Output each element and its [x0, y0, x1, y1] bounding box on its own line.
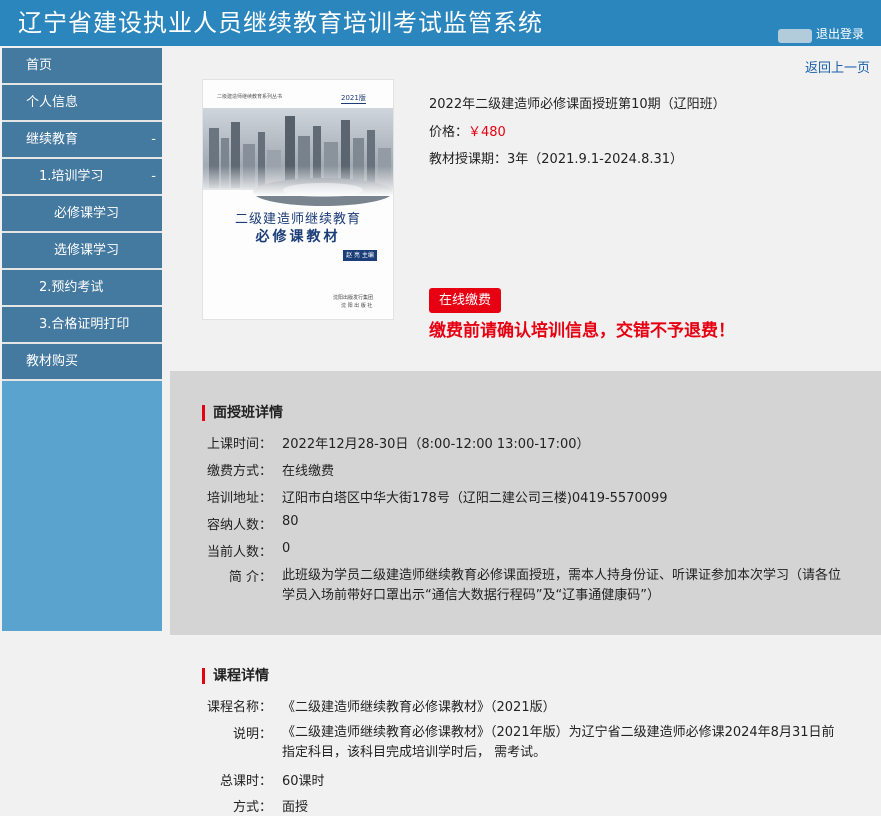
- payment-warning: 缴费前请确认培训信息，交错不予退费！: [429, 321, 735, 341]
- sidebar-item-home[interactable]: 首页: [2, 48, 162, 85]
- period-label: 教材授课期：: [429, 152, 508, 167]
- course-details-title: 课程详情: [202, 668, 269, 684]
- sidebar-item-label: 必修课学习: [54, 206, 120, 221]
- course-name: 2022年二级建造师必修课面授班第10期（辽阳班）: [429, 97, 726, 112]
- top-header: 辽宁省建设执业人员继续教育培训考试监管系统 退出登录: [0, 0, 881, 46]
- sidebar-item-label: 教材购买: [26, 354, 79, 369]
- sidebar-item-buy-textbook[interactable]: 教材购买: [2, 344, 162, 381]
- training-address-value: 辽阳市白塔区中华大街178号（辽阳二建公司三楼)0419-5570099: [282, 491, 668, 506]
- back-link[interactable]: 返回上一页: [805, 57, 870, 76]
- current-count-value: 0: [282, 541, 291, 556]
- sidebar-item-elective-courses[interactable]: 选修课学习: [2, 233, 162, 270]
- collapse-toggle[interactable]: -: [151, 159, 156, 194]
- sidebar-item-training[interactable]: 1.培训学习 -: [2, 159, 162, 196]
- sidebar-item-label: 2.预约考试: [39, 280, 104, 295]
- class-time-value: 2022年12月28-30日（8:00-12:00 13:00-17:00）: [282, 437, 590, 452]
- class-details-title: 面授班详情: [202, 405, 283, 421]
- course-name-value: 《二级建造师继续教育必修课教材》（2021版）: [282, 700, 556, 715]
- capacity-label: 容纳人数：: [206, 518, 272, 533]
- mode-label: 方式：: [232, 800, 272, 815]
- sidebar-item-label: 1.培训学习: [39, 169, 104, 184]
- sidebar: 首页 个人信息 继续教育 - 1.培训学习 - 必修课学习 选修课学习 2.预约…: [2, 48, 162, 631]
- price-row: 价格：￥480: [429, 121, 506, 140]
- price-label: 价格：: [429, 125, 469, 140]
- description-label: 说明：: [232, 727, 272, 742]
- price-value: ￥480: [468, 125, 506, 140]
- mode-value: 面授: [282, 800, 309, 815]
- sidebar-item-required-courses[interactable]: 必修课学习: [2, 196, 162, 233]
- book-series-text: 二级建造师继续教育系列丛书: [217, 94, 283, 100]
- sidebar-item-continuing-education[interactable]: 继续教育 -: [2, 122, 162, 159]
- book-edition-text: 2021版: [341, 94, 366, 104]
- sidebar-item-book-exam[interactable]: 2.预约考试: [2, 270, 162, 307]
- intro-value: 此班级为学员二级建造师继续教育必修课面授班，需本人持身份证、听课证参加本次学习（…: [282, 568, 842, 603]
- sidebar-item-label: 选修课学习: [54, 243, 120, 258]
- period-row: 教材授课期：3年（2021.9.1-2024.8.31）: [429, 148, 683, 167]
- book-title-line2: 必修课教材: [255, 229, 341, 245]
- sidebar-item-print-certificate[interactable]: 3.合格证明打印: [2, 307, 162, 344]
- online-payment-button[interactable]: 在线缴费: [429, 288, 501, 313]
- course-name-label: 课程名称：: [206, 700, 272, 715]
- textbook-cover-image: 二级建造师继续教育系列丛书 2021版 二级建造师继续教育 必修课教材 赵 亮 …: [202, 79, 394, 320]
- book-publisher-line1: 沈阳出版发行集团: [333, 295, 374, 301]
- capacity-value: 80: [282, 514, 299, 529]
- user-name-blurred: [778, 29, 812, 43]
- training-address-label: 培训地址：: [206, 491, 272, 506]
- total-hours-value: 60课时: [282, 774, 325, 789]
- intro-label: 简 介：: [228, 570, 272, 585]
- total-hours-label: 总课时：: [219, 774, 272, 789]
- book-title-line1: 二级建造师继续教育: [234, 212, 361, 227]
- sidebar-item-label: 继续教育: [26, 132, 79, 147]
- logout-link[interactable]: 退出登录: [816, 25, 864, 42]
- book-author-badge: 赵 亮 主编: [343, 250, 377, 261]
- payment-method-value: 在线缴费: [282, 464, 335, 479]
- sidebar-item-profile[interactable]: 个人信息: [2, 85, 162, 122]
- sidebar-item-label: 首页: [26, 58, 53, 73]
- class-time-label: 上课时间：: [206, 437, 272, 452]
- period-value: 3年（2021.9.1-2024.8.31）: [507, 152, 684, 167]
- sidebar-item-label: 3.合格证明打印: [39, 317, 130, 332]
- description-value: 《二级建造师继续教育必修课教材》（2021年版）为辽宁省二级建造师必修课2024…: [282, 725, 835, 760]
- book-publisher-line2: 沈 阳 出 版 社: [341, 303, 373, 309]
- system-title: 辽宁省建设执业人员继续教育培训考试监管系统: [18, 9, 543, 37]
- payment-method-label: 缴费方式：: [206, 464, 272, 479]
- sidebar-item-label: 个人信息: [26, 95, 79, 110]
- collapse-toggle[interactable]: -: [151, 122, 156, 157]
- current-count-label: 当前人数：: [206, 545, 272, 560]
